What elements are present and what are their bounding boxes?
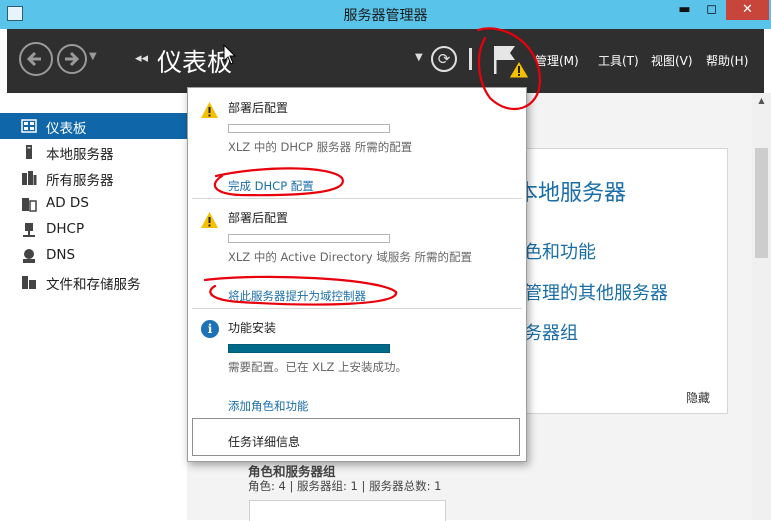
back-button[interactable] — [19, 42, 53, 76]
all-servers-icon — [22, 171, 37, 185]
notification-title: 部署后配置 — [228, 211, 289, 225]
sidebar-item-label: 文件和存储服务 — [46, 277, 141, 293]
sidebar: 仪表板 本地服务器 所有服务器 AD DS DHCP DNS 文件和存储服务 — [0, 93, 187, 520]
roles-features-link[interactable]: 色和功能 — [524, 238, 596, 264]
server-group-link[interactable]: 务器组 — [524, 319, 578, 345]
roles-counts: 角色: 4 | 服务器组: 1 | 服务器总数: 1 — [248, 479, 442, 493]
sidebar-item-label: 仪表板 — [46, 121, 87, 137]
complete-dhcp-config-link[interactable]: 完成 DHCP 配置 — [228, 178, 314, 194]
title-bar: 服务器管理器 — [0, 0, 771, 29]
notification-progress — [228, 344, 390, 353]
info-icon: i — [201, 320, 219, 338]
notification-progress — [228, 124, 390, 133]
main-scrollbar[interactable]: ▲ — [752, 93, 771, 520]
breadcrumb-arrows-icon: ◂◂ — [135, 51, 149, 66]
add-roles-features-link[interactable]: 添加角色和功能 — [228, 398, 309, 414]
sidebar-item-local-server[interactable]: 本地服务器 — [0, 139, 187, 165]
local-server-icon — [26, 145, 32, 159]
sidebar-item-label: 本地服务器 — [46, 147, 114, 163]
local-server-heading[interactable]: 本地服务器 — [516, 175, 626, 207]
notification-flag-icon[interactable] — [491, 43, 531, 81]
refresh-icon[interactable]: ⟳ — [431, 46, 457, 72]
history-dropdown-icon[interactable]: ▼ — [89, 51, 97, 62]
ad-ds-icon — [22, 198, 37, 212]
scroll-up-icon[interactable]: ▲ — [752, 96, 771, 105]
sidebar-item-all-servers[interactable]: 所有服务器 — [0, 165, 187, 191]
popup-divider — [192, 308, 522, 309]
dns-icon — [23, 249, 35, 263]
forward-button[interactable] — [57, 44, 87, 74]
sidebar-item-dns[interactable]: DNS — [0, 243, 187, 269]
toolbar: ▼ ◂◂ 仪表板 ▼ ⟳ 管理(M) 工具(T) 视图(V) 帮助(H) — [7, 29, 764, 93]
menu-view[interactable]: 视图(V) — [651, 52, 693, 69]
notification-description: XLZ 中的 DHCP 服务器 所需的配置 — [228, 140, 413, 154]
task-details-label: 任务详细信息 — [228, 435, 301, 449]
sidebar-item-label: AD DS — [46, 195, 89, 211]
minimize-button[interactable]: ▬ — [672, 0, 697, 20]
dashboard-icon — [21, 119, 37, 133]
role-tile[interactable] — [249, 500, 446, 521]
breadcrumb-dropdown-icon[interactable]: ▼ — [415, 52, 423, 63]
notification-title: 功能安装 — [228, 321, 277, 335]
notification-progress — [228, 234, 390, 243]
page-title: 仪表板 — [157, 48, 233, 77]
sidebar-item-label: 所有服务器 — [46, 173, 114, 189]
toolbar-separator — [469, 48, 472, 70]
sidebar-item-ad-ds[interactable]: AD DS — [0, 191, 187, 217]
notifications-popup: 部署后配置 XLZ 中的 DHCP 服务器 所需的配置 完成 DHCP 配置 部… — [187, 87, 527, 462]
sidebar-item-file-storage[interactable]: 文件和存储服务 — [0, 269, 187, 295]
forward-arrow-icon — [65, 51, 80, 67]
sidebar-item-dhcp[interactable]: DHCP — [0, 217, 187, 243]
scrollbar-thumb[interactable] — [755, 148, 768, 258]
dhcp-icon — [23, 223, 35, 237]
notification-description: 需要配置。已在 XLZ 上安装成功。 — [228, 360, 407, 374]
notification-title: 部署后配置 — [228, 101, 289, 115]
hide-link[interactable]: 隐藏 — [686, 389, 710, 406]
sidebar-item-label: DNS — [46, 247, 76, 263]
window-title: 服务器管理器 — [343, 8, 428, 24]
menu-help[interactable]: 帮助(H) — [706, 52, 748, 69]
warning-icon — [201, 102, 218, 118]
notification-description: XLZ 中的 Active Directory 域服务 所需的配置 — [228, 250, 473, 264]
back-arrow-icon — [26, 51, 41, 67]
close-button[interactable]: ✕ — [726, 0, 769, 20]
other-servers-link[interactable]: 管理的其他服务器 — [524, 279, 668, 305]
menu-manage[interactable]: 管理(M) — [535, 52, 579, 69]
warning-icon — [201, 212, 218, 228]
popup-divider — [192, 198, 522, 199]
promote-domain-controller-link[interactable]: 将此服务器提升为域控制器 — [228, 288, 366, 304]
maximize-button[interactable]: ◻ — [698, 0, 725, 20]
menu-tools[interactable]: 工具(T) — [598, 52, 639, 69]
sidebar-item-dashboard[interactable]: 仪表板 — [0, 113, 187, 139]
sidebar-item-label: DHCP — [46, 221, 85, 237]
file-storage-icon — [22, 276, 36, 289]
